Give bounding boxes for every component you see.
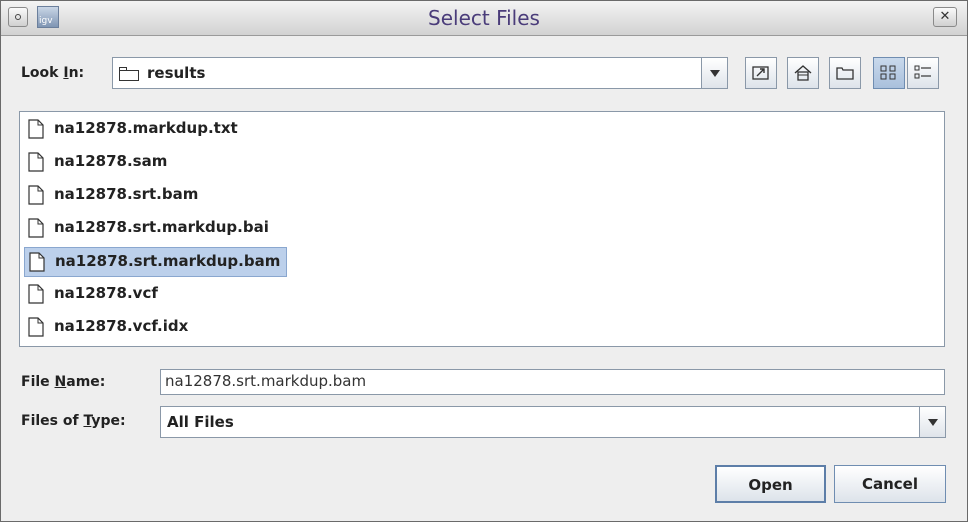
file-name-text: na12878.vcf [54, 284, 158, 302]
chevron-down-icon[interactable] [919, 407, 945, 437]
file-list-item[interactable]: na12878.vcf.idx [24, 313, 194, 343]
file-name-text: na12878.markdup.txt [54, 119, 238, 137]
file-list-item[interactable]: na12878.srt.bam [24, 181, 204, 211]
file-name-field[interactable]: na12878.srt.markdup.bam [160, 369, 945, 395]
file-name-text: na12878.vcf.idx [54, 317, 189, 335]
new-folder-button[interactable] [829, 57, 861, 89]
file-name-value: na12878.srt.markdup.bam [165, 372, 367, 390]
file-icon [28, 119, 44, 139]
file-type-value: All Files [167, 413, 234, 431]
close-button[interactable]: ✕ [933, 7, 957, 27]
open-button[interactable]: Open [715, 465, 826, 503]
file-icon [29, 252, 45, 272]
list-view-button[interactable] [873, 57, 905, 89]
file-list[interactable]: na12878.markdup.txt na12878.sam na12878.sr… [19, 111, 945, 347]
file-name-text: na12878.srt.bam [54, 185, 199, 203]
file-name-text: na12878.srt.markdup.bai [54, 218, 269, 236]
file-list-item[interactable]: na12878.srt.markdup.bai [24, 214, 275, 244]
file-icon [28, 317, 44, 337]
close-icon: ✕ [939, 9, 951, 24]
file-list-item[interactable]: na12878.markdup.txt [24, 115, 244, 145]
file-type-label: Files of Type: [21, 413, 126, 429]
up-one-level-button[interactable] [745, 57, 777, 89]
file-icon [28, 152, 44, 172]
chevron-down-icon[interactable] [701, 58, 727, 88]
file-list-item[interactable]: na12878.srt.markdup.bam [24, 247, 288, 277]
home-button[interactable] [787, 57, 819, 89]
file-icon [28, 218, 44, 238]
file-icon [28, 185, 44, 205]
file-type-combo[interactable]: All Files [160, 406, 946, 438]
up-one-level-icon [752, 66, 769, 80]
file-name-text: na12878.sam [54, 152, 168, 170]
window-title: Select Files [428, 6, 540, 30]
file-list-item[interactable]: na12878.sam [24, 148, 173, 178]
list-view-icon [880, 65, 896, 80]
details-view-button[interactable] [907, 57, 939, 89]
select-files-dialog: igv Select Files ✕ Look In: results na12… [0, 0, 968, 522]
file-icon [28, 284, 44, 304]
file-name-label: File Name: [21, 374, 106, 390]
new-folder-icon [836, 67, 854, 80]
folder-icon [119, 67, 139, 81]
look-in-value: results [147, 64, 206, 82]
look-in-label: Look In: [21, 65, 85, 81]
details-view-icon [914, 65, 931, 79]
cancel-button[interactable]: Cancel [834, 465, 946, 503]
file-list-item[interactable]: na12878.vcf [24, 280, 164, 310]
title-bar[interactable]: igv Select Files ✕ [1, 1, 967, 36]
look-in-combo[interactable]: results [112, 57, 728, 89]
file-name-text: na12878.srt.markdup.bam [55, 252, 281, 270]
home-icon [794, 65, 812, 81]
